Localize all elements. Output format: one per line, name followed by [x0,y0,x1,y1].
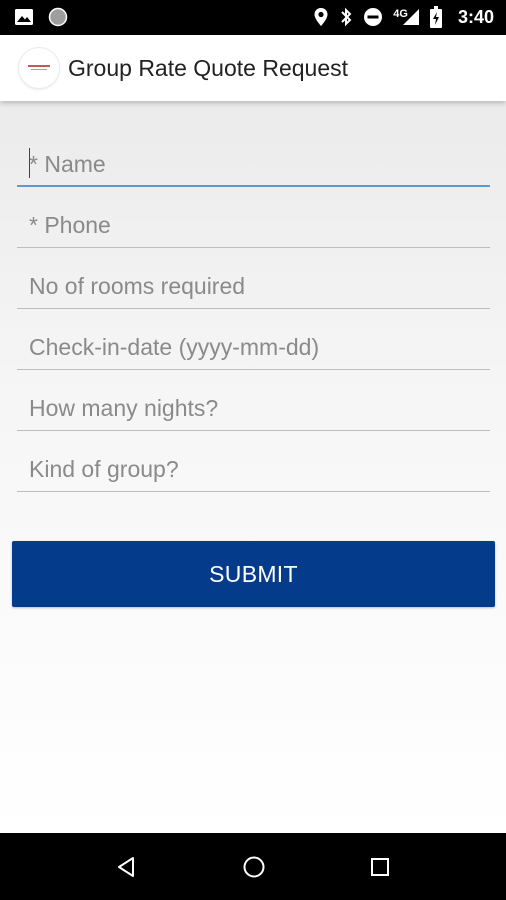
text-cursor [29,148,30,178]
navigation-bar [0,833,506,900]
group-kind-input[interactable] [17,448,490,490]
checkin-date-input[interactable] [17,326,490,368]
page-title: Group Rate Quote Request [68,55,348,81]
phone-field-wrapper [17,204,490,248]
clock: 3:40 [457,6,494,27]
rooms-field-wrapper [17,265,490,309]
group-kind-field-wrapper [17,448,490,492]
do-not-disturb-icon [363,7,383,27]
rooms-input[interactable] [17,265,490,307]
rooms-underline [17,308,490,309]
phone-input[interactable] [17,204,490,246]
home-icon[interactable] [240,853,268,881]
nights-underline [17,430,490,431]
battery-icon [429,6,442,28]
bluetooth-icon [339,7,353,27]
back-icon[interactable] [113,853,141,881]
hotel-logo [19,48,59,88]
recents-icon[interactable] [366,853,394,881]
name-field-wrapper [17,143,490,187]
circle-notification-icon [48,7,68,27]
nights-input[interactable] [17,387,490,429]
status-bar: 4G 3:40 [0,0,506,35]
name-underline [17,185,490,187]
phone-underline [17,247,490,248]
form-area: SUBMIT [0,101,506,833]
image-icon [14,7,34,27]
checkin-field-wrapper [17,326,490,370]
location-icon [313,7,329,27]
nights-field-wrapper [17,387,490,431]
submit-button[interactable]: SUBMIT [12,541,495,607]
checkin-underline [17,369,490,370]
group-kind-underline [17,491,490,492]
network-type: 4G [393,8,408,20]
app-bar: Group Rate Quote Request [0,35,506,101]
name-input[interactable] [17,143,490,185]
